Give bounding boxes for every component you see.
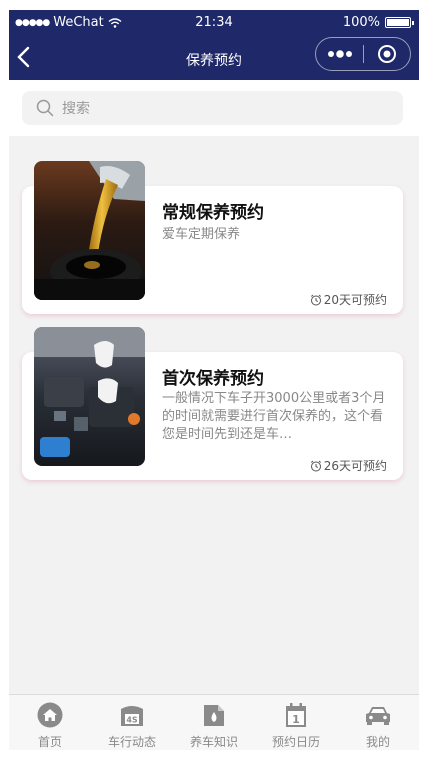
card-subtitle: 一般情况下车子开3000公里或者3个月的时间就需要进行首次保养的，这个看您是时间… [162, 391, 386, 442]
more-button[interactable] [316, 50, 363, 58]
car-icon [364, 701, 392, 729]
oil-pouring-photo [34, 161, 145, 300]
mini-program-capsule [315, 37, 411, 71]
bottom-tab-bar: 首页 4S 车行动态 养车知识 1 预约日历 我的 [9, 694, 419, 750]
calendar-day-text: 1 [292, 713, 300, 726]
availability-label: 20天可预约 [310, 291, 387, 308]
close-mini-program-button[interactable] [364, 44, 410, 64]
knowledge-icon [200, 701, 228, 729]
tab-label: 我的 [365, 735, 390, 749]
tab-label: 养车知识 [189, 735, 238, 749]
4s-shop-icon: 4S [118, 701, 146, 729]
home-icon [36, 701, 64, 729]
card-title: 常规保养预约 [162, 203, 264, 223]
tab-label: 首页 [37, 735, 62, 749]
shop-badge-text: 4S [126, 716, 138, 725]
navigation-bar: ●●●●● WeChat 21:34 100% 保养预约 [9, 10, 419, 80]
search-icon [36, 99, 54, 117]
tab-profile[interactable]: 我的 [337, 695, 419, 750]
tab-home[interactable]: 首页 [9, 695, 91, 750]
search-placeholder: 搜索 [62, 101, 90, 117]
alarm-clock-icon [310, 460, 321, 471]
status-bar: ●●●●● WeChat 21:34 100% [9, 10, 419, 34]
target-close-icon [377, 45, 396, 63]
availability-label: 26天可预约 [310, 457, 387, 474]
card-first-maintenance[interactable]: 首次保养预约 一般情况下车子开3000公里或者3个月的时间就需要进行首次保养的，… [22, 327, 403, 480]
more-dots-icon [327, 50, 352, 58]
battery-group: 100% [342, 15, 414, 30]
tab-label: 车行动态 [107, 735, 156, 749]
tab-news[interactable]: 4S 车行动态 [91, 695, 173, 750]
calendar-icon: 1 [282, 701, 310, 729]
card-title: 首次保养预约 [162, 369, 264, 389]
appointment-list: 常规保养预约 爱车定期保养 20天可预约 首次保养预约 一般情况下车子开3000… [9, 136, 419, 694]
search-bar: 搜索 [9, 80, 419, 136]
card-subtitle: 爱车定期保养 [162, 227, 241, 242]
search-input[interactable]: 搜索 [22, 91, 403, 125]
card-regular-maintenance[interactable]: 常规保养预约 爱车定期保养 20天可预约 [22, 161, 403, 314]
battery-icon [385, 17, 414, 28]
tab-knowledge[interactable]: 养车知识 [173, 695, 255, 750]
battery-percent: 100% [342, 15, 380, 30]
engine-repair-photo [34, 327, 145, 466]
tab-calendar[interactable]: 1 预约日历 [255, 695, 337, 750]
availability-text: 26天可预约 [323, 459, 387, 473]
availability-text: 20天可预约 [323, 293, 387, 307]
alarm-clock-icon [310, 294, 321, 305]
tab-label: 预约日历 [271, 735, 320, 749]
